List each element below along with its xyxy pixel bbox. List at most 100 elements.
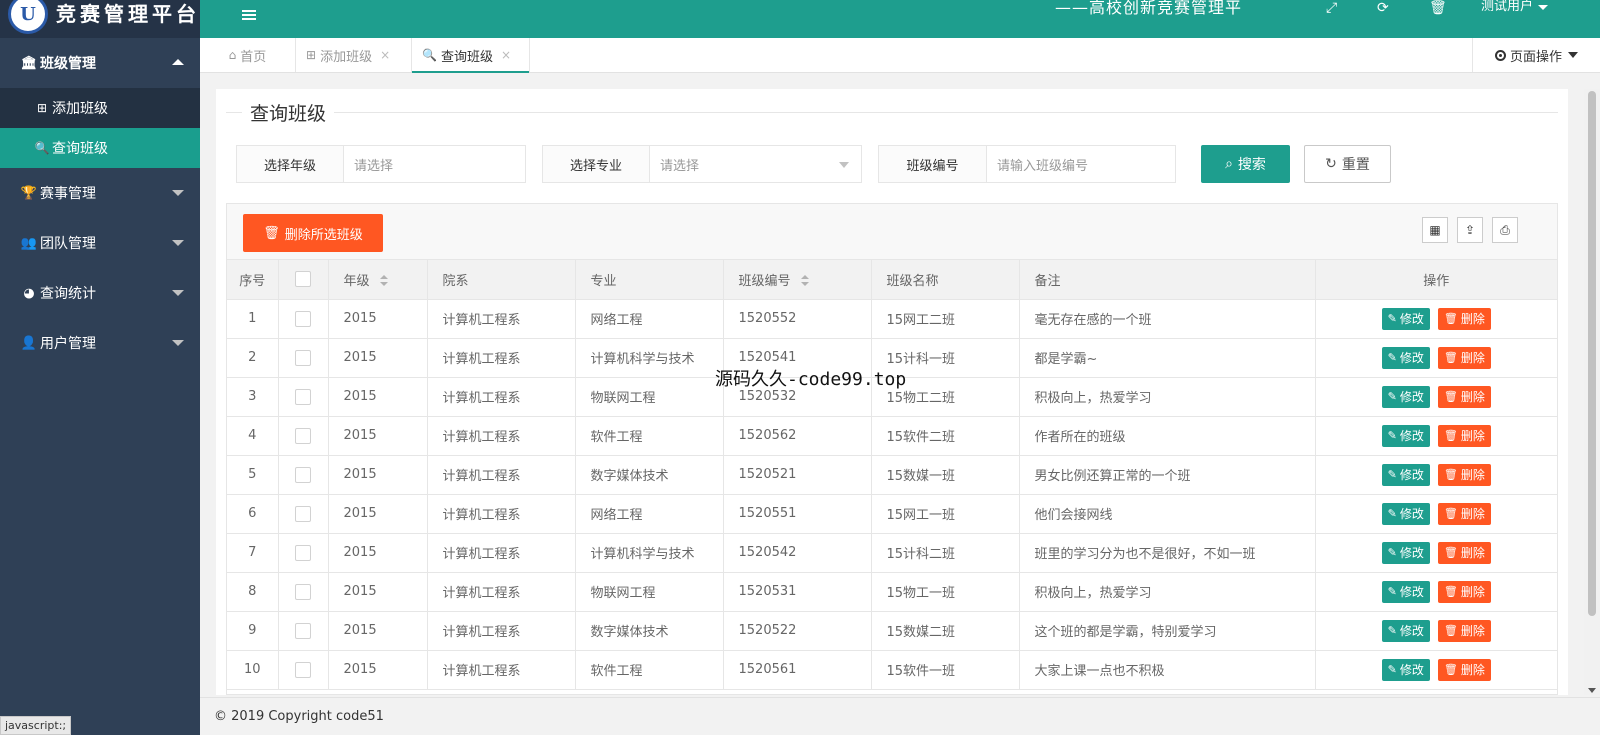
row-checkbox[interactable]: [295, 583, 311, 600]
grade-select[interactable]: 请选择: [344, 146, 525, 182]
tab-label: 查询班级: [440, 49, 493, 65]
chevron-down-icon: [839, 162, 849, 168]
user-menu[interactable]: 测试用户: [1481, 0, 1549, 14]
delete-selected-label: 删除所选班级: [284, 227, 363, 243]
tab-bar: ⌂ 首页 ⊞ 添加班级 × 🔍 查询班级 × 页面操作: [200, 38, 1600, 73]
users-icon: 👥: [20, 235, 38, 251]
export-icon[interactable]: ⇪: [1457, 217, 1483, 243]
edit-button[interactable]: ✎ 修改: [1381, 619, 1430, 642]
nav-group-label: 赛事管理: [40, 186, 96, 202]
chevron-down-icon: [172, 190, 184, 196]
cell-remark: 毫无存在感的一个班: [1019, 299, 1316, 339]
tab-home[interactable]: ⌂ 首页: [200, 38, 296, 72]
tab-query-class[interactable]: 🔍 查询班级 ×: [412, 38, 530, 73]
row-checkbox[interactable]: [295, 310, 311, 327]
edit-label: 修改: [1399, 546, 1424, 560]
cell-class-no: 1520551: [723, 494, 872, 534]
table-body: 1 2015 计算机工程系 网络工程 1520552 15网工二班 毫无存在感的一个班 ✎ 修改…: [227, 299, 1557, 690]
search-form: 选择年级 请选择 选择专业 请选择 班级编号 请输入班级编号 ⌕ 搜索 ↻ 重置: [216, 145, 1568, 183]
row-checkbox[interactable]: [295, 505, 311, 522]
edit-button[interactable]: ✎ 修改: [1381, 385, 1430, 408]
cell-actions: ✎ 修改 🗑 删除: [1315, 338, 1557, 378]
close-icon[interactable]: ×: [380, 48, 390, 62]
edit-button[interactable]: ✎ 修改: [1381, 463, 1430, 486]
scroll-down-arrow-icon[interactable]: [1588, 688, 1596, 693]
nav-group-user[interactable]: 👤 用户管理: [0, 318, 200, 368]
sort-icon[interactable]: [379, 275, 388, 287]
delete-button[interactable]: 🗑 删除: [1437, 580, 1491, 603]
row-checkbox[interactable]: [295, 427, 311, 444]
trash-icon[interactable]: 🗑: [1429, 1, 1447, 15]
cell-actions: ✎ 修改 🗑 删除: [1315, 650, 1557, 690]
col-remark: 备注: [1019, 260, 1316, 300]
page-operations-menu[interactable]: 页面操作: [1472, 38, 1600, 72]
columns-icon[interactable]: ▦: [1422, 217, 1448, 243]
delete-label: 删除: [1460, 624, 1485, 638]
trash-icon: 🗑: [1443, 663, 1458, 676]
nav-group-team[interactable]: 👥 团队管理: [0, 218, 200, 268]
scrollbar[interactable]: [1584, 89, 1600, 695]
delete-button[interactable]: 🗑 删除: [1437, 463, 1491, 486]
logo-title: 竞赛管理平台: [56, 1, 200, 26]
edit-button[interactable]: ✎ 修改: [1381, 658, 1430, 681]
page-operations-label: 页面操作: [1509, 49, 1562, 65]
cell-remark: 男女比例还算正常的一个班: [1019, 455, 1316, 495]
delete-label: 删除: [1460, 663, 1485, 677]
delete-button[interactable]: 🗑 删除: [1437, 307, 1491, 330]
row-checkbox[interactable]: [295, 622, 311, 639]
delete-button[interactable]: 🗑 删除: [1437, 502, 1491, 525]
col-index: 序号: [227, 260, 279, 300]
scrollbar-thumb[interactable]: [1588, 91, 1596, 616]
major-select[interactable]: 请选择: [650, 146, 861, 182]
cell-grade: 2015: [328, 611, 428, 651]
print-icon[interactable]: ⎙: [1492, 217, 1518, 243]
select-all-checkbox[interactable]: [295, 271, 311, 288]
grade-filter: 选择年级 请选择: [236, 145, 526, 183]
nav-group-event[interactable]: 🏆 赛事管理: [0, 168, 200, 218]
edit-button[interactable]: ✎ 修改: [1381, 502, 1430, 525]
row-checkbox[interactable]: [295, 388, 311, 405]
sort-icon[interactable]: [800, 275, 809, 287]
close-icon[interactable]: ×: [501, 48, 511, 62]
edit-button[interactable]: ✎ 修改: [1381, 346, 1430, 369]
search-button[interactable]: ⌕ 搜索: [1201, 145, 1290, 183]
menu-toggle-icon[interactable]: [242, 10, 256, 24]
edit-button[interactable]: ✎ 修改: [1381, 541, 1430, 564]
nav-group-stats[interactable]: ◕ 查询统计: [0, 268, 200, 318]
delete-label: 删除: [1460, 351, 1485, 365]
pencil-icon: ✎: [1387, 390, 1397, 403]
col-grade[interactable]: 年级: [328, 260, 428, 300]
delete-button[interactable]: 🗑 删除: [1437, 541, 1491, 564]
cell-index: 7: [227, 533, 279, 573]
col-class-no[interactable]: 班级编号: [723, 260, 872, 300]
delete-button[interactable]: 🗑 删除: [1437, 619, 1491, 642]
delete-button[interactable]: 🗑 删除: [1437, 424, 1491, 447]
tab-add-class[interactable]: ⊞ 添加班级 ×: [296, 38, 412, 72]
nav-item-add-class[interactable]: ⊞ 添加班级: [0, 88, 200, 128]
chevron-down-icon: [172, 340, 184, 346]
delete-button[interactable]: 🗑 删除: [1437, 346, 1491, 369]
edit-button[interactable]: ✎ 修改: [1381, 424, 1430, 447]
edit-button[interactable]: ✎ 修改: [1381, 580, 1430, 603]
cell-grade: 2015: [328, 533, 428, 573]
delete-button[interactable]: 🗑 删除: [1437, 385, 1491, 408]
cell-actions: ✎ 修改 🗑 删除: [1315, 416, 1557, 456]
cell-major: 计算机科学与技术: [575, 338, 724, 378]
refresh-icon[interactable]: ⟳: [1377, 1, 1389, 15]
cell-dept: 计算机工程系: [427, 611, 576, 651]
row-checkbox[interactable]: [295, 466, 311, 483]
delete-selected-button[interactable]: 🗑 删除所选班级: [243, 214, 383, 252]
fullscreen-icon[interactable]: ⤢: [1326, 1, 1337, 15]
table-row: 9 2015 计算机工程系 数字媒体技术 1520522 15数媒二班 这个班的都是学霸，特…: [227, 611, 1557, 651]
pencil-icon: ✎: [1387, 351, 1397, 364]
delete-button[interactable]: 🗑 删除: [1437, 658, 1491, 681]
user-icon: 👤: [20, 335, 38, 351]
edit-button[interactable]: ✎ 修改: [1381, 307, 1430, 330]
row-checkbox[interactable]: [295, 661, 311, 678]
row-checkbox[interactable]: [295, 544, 311, 561]
row-checkbox[interactable]: [295, 349, 311, 366]
nav-item-query-class[interactable]: 🔍 查询班级: [0, 128, 200, 168]
reset-button[interactable]: ↻ 重置: [1304, 145, 1391, 183]
class-no-input[interactable]: 请输入班级编号: [987, 146, 1175, 182]
nav-group-class[interactable]: 🏛 班级管理: [0, 38, 200, 88]
